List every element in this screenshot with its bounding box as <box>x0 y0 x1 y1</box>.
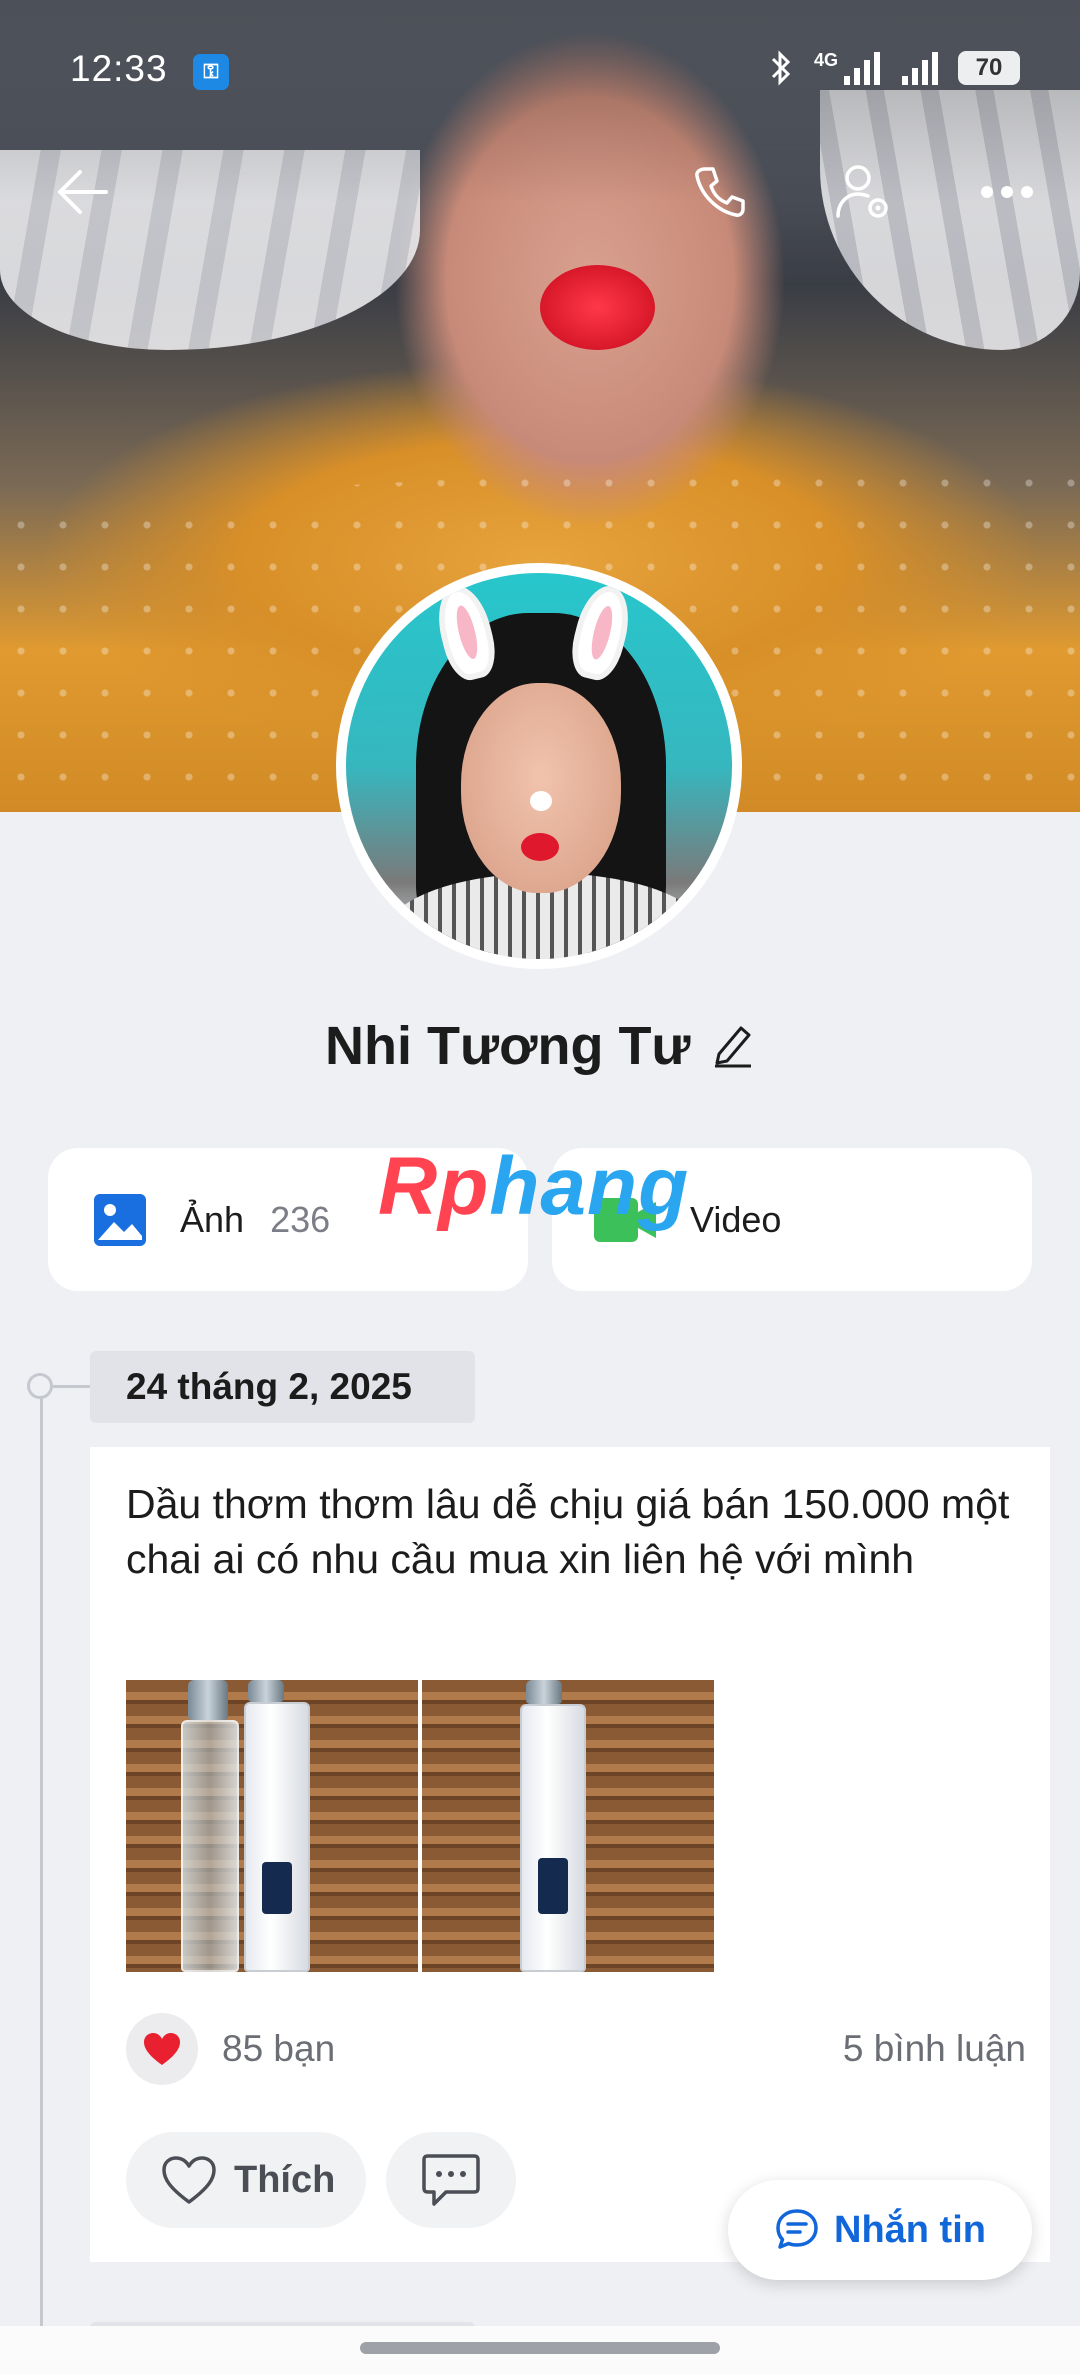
profile-settings-icon <box>836 165 888 218</box>
comments-count[interactable]: 5 bình luận <box>843 2028 1026 2070</box>
vpn-key-icon: ⚿ <box>193 54 229 90</box>
status-time: 12:33 <box>70 48 168 89</box>
home-indicator[interactable] <box>360 2342 720 2354</box>
profile-name: Nhi Tương Tư <box>325 1016 691 1076</box>
reaction-summary[interactable]: 85 bạn 5 bình luận <box>126 2013 1026 2085</box>
watermark: Rphang <box>378 1141 690 1232</box>
heart-reaction-icon <box>126 2013 198 2085</box>
likes-count: 85 bạn <box>222 2028 336 2069</box>
message-label: Nhắn tin <box>834 2208 986 2251</box>
photo-icon <box>94 1193 146 1246</box>
back-arrow-icon <box>58 170 108 214</box>
back-button[interactable] <box>50 160 114 224</box>
status-bar: 12:33 ⚿ 4G 70 <box>0 0 1080 140</box>
edit-name-button[interactable] <box>711 1020 755 1073</box>
post-text: Dầu thơm thơm lâu dễ chịu giá bán 150.00… <box>126 1481 1010 1582</box>
signal-icon <box>844 52 880 85</box>
timeline-date: 24 tháng 2, 2025 <box>90 1351 475 1423</box>
comment-icon <box>422 2154 480 2206</box>
message-button[interactable]: Nhắn tin <box>728 2180 1032 2280</box>
timeline-line <box>40 1398 43 2328</box>
photos-label: Ảnh <box>180 1198 245 1240</box>
like-button[interactable]: Thích <box>126 2132 366 2228</box>
chat-icon <box>776 2209 818 2249</box>
videos-label: Video <box>690 1198 782 1240</box>
signal-icon <box>902 52 938 85</box>
post-image[interactable] <box>422 1680 714 1972</box>
avatar-photo <box>346 573 732 959</box>
timeline-dot <box>27 1373 53 1399</box>
photos-count: 236 <box>270 1198 331 1240</box>
comment-button[interactable] <box>386 2132 516 2228</box>
more-icon <box>981 186 1033 198</box>
timeline-connector <box>53 1385 91 1388</box>
pencil-icon <box>714 1026 751 1067</box>
network-type: 4G <box>813 49 838 70</box>
phone-icon <box>695 167 745 217</box>
call-button[interactable] <box>688 160 752 224</box>
bluetooth-icon <box>771 50 791 86</box>
heart-outline-icon <box>162 2156 216 2204</box>
profile-name-row: Nhi Tương Tư <box>0 1015 1080 1077</box>
post-card[interactable]: Dầu thơm thơm lâu dễ chịu giá bán 150.00… <box>90 1447 1050 2262</box>
post-image[interactable] <box>126 1680 418 1972</box>
like-label: Thích <box>234 2158 336 2201</box>
avatar[interactable] <box>336 563 742 969</box>
battery-icon: 70 <box>958 51 1020 85</box>
profile-settings-button[interactable] <box>832 160 896 224</box>
more-button[interactable] <box>975 160 1039 224</box>
